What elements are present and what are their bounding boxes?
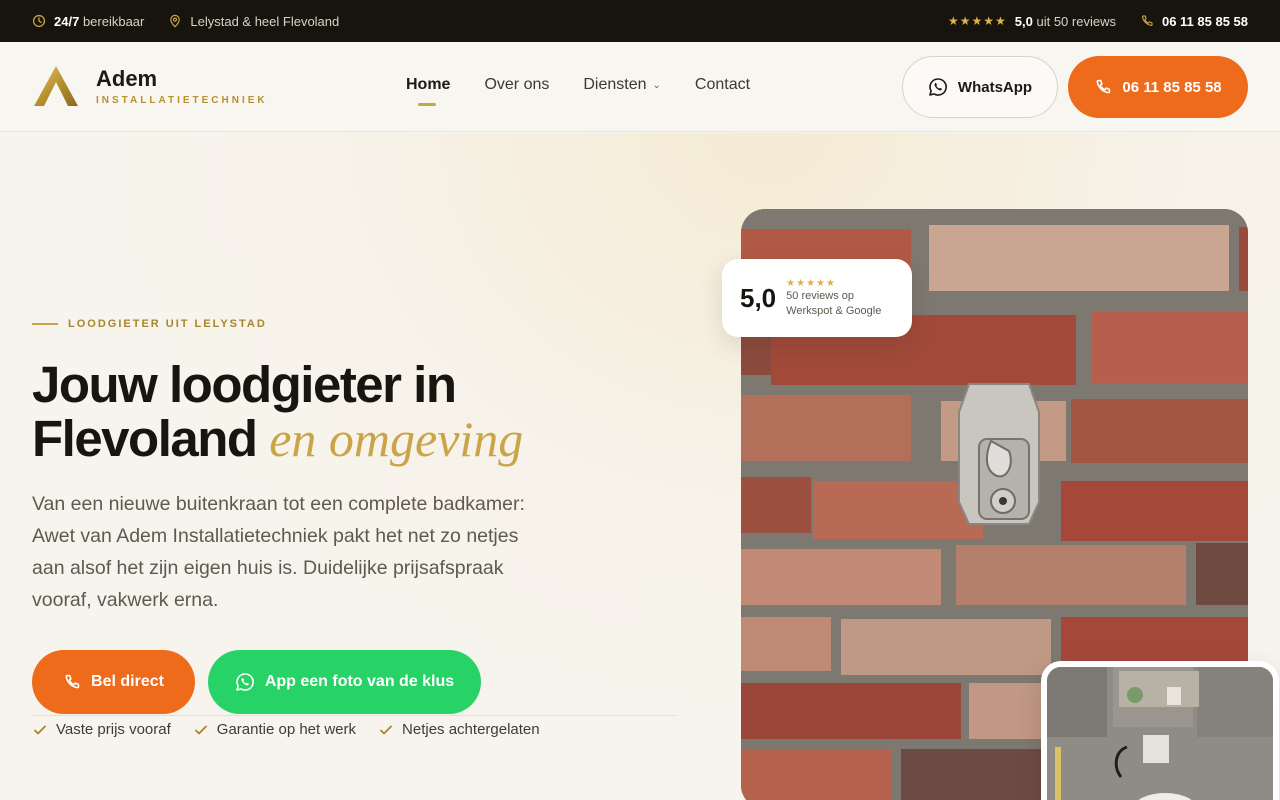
topbar-phone: 06 11 85 85 58: [1161, 13, 1248, 29]
hero-title-line1: Jouw loodgieter in: [32, 356, 457, 413]
usp-item: Garantie op het werk: [193, 721, 356, 738]
star-rating-icon: ★★★★★: [947, 14, 1007, 28]
nav-contact-label: Contact: [694, 76, 751, 93]
call-button[interactable]: 06 11 85 85 58: [1068, 56, 1248, 118]
usp-item: Netjes achtergelaten: [378, 721, 540, 738]
whatsapp-icon: [929, 78, 947, 96]
whatsapp-button-label: WhatsApp: [957, 78, 1033, 96]
eyebrow-text: LOODGIETER UIT LELYSTAD: [68, 318, 267, 330]
phone-icon: [65, 674, 80, 689]
main-nav: Home Over ons Diensten ⌄ Contact: [406, 76, 750, 106]
usp-list: Vaste prijs vooraf Garantie op het werk …: [32, 721, 540, 738]
app-foto-label: App een foto van de klus: [264, 673, 455, 690]
review-card: 5,0 ★★★★★ 50 reviews op Werkspot & Googl…: [722, 259, 912, 337]
hero-divider: [32, 715, 677, 716]
nav-home-label: Home: [406, 76, 451, 93]
location: Lelystad & heel Flevoland: [168, 14, 339, 29]
star-rating-icon: ★★★★★: [786, 277, 836, 289]
usp-label: Netjes achtergelaten: [402, 721, 540, 738]
check-icon: [194, 725, 207, 734]
check-icon: [34, 725, 46, 734]
bathroom-image: [1047, 667, 1273, 800]
call-button-label: 06 11 85 85 58: [1122, 78, 1222, 96]
nav-diensten-label: Diensten: [583, 76, 647, 93]
usp-item: Vaste prijs vooraf: [32, 721, 171, 738]
hero-lead: Van een nieuwe buitenkraan tot een compl…: [32, 493, 525, 611]
phone-icon: [1141, 15, 1153, 26]
app-foto-button[interactable]: App een foto van de klus: [208, 650, 481, 714]
rating-text: uit 50 reviews: [1036, 13, 1116, 29]
top-bar: 24/7 bereikbaar Lelystad & heel Flevolan…: [0, 0, 1280, 42]
availability-bold: 24/7: [54, 13, 80, 29]
logo[interactable]: Adem INSTALLATIETECHNIEK: [32, 64, 268, 108]
rating-summary: ★★★★★ 5,0 uit 50 reviews: [948, 14, 1116, 29]
whatsapp-icon: [236, 673, 254, 691]
bel-direct-label: Bel direct: [91, 673, 164, 690]
chevron-down-icon: ⌄: [652, 79, 661, 91]
location-text: Lelystad & heel Flevoland: [190, 13, 340, 29]
site-header: Adem INSTALLATIETECHNIEK Home Over ons D…: [0, 42, 1280, 132]
map-pin-icon: [170, 14, 181, 28]
review-line2: Werkspot & Google: [786, 304, 882, 317]
topbar-phone-link[interactable]: 06 11 85 85 58: [1140, 14, 1248, 29]
nav-home[interactable]: Home: [406, 76, 451, 106]
nav-over-ons[interactable]: Over ons: [484, 76, 549, 94]
check-icon: [380, 725, 392, 734]
hero-title-accent: en omgeving: [269, 411, 524, 467]
phone-icon: [1096, 79, 1111, 94]
availability: 24/7 bereikbaar: [32, 14, 144, 29]
bathroom-thumbnail: [1041, 661, 1279, 800]
rating-score: 5,0: [1014, 13, 1033, 29]
nav-diensten[interactable]: Diensten ⌄: [583, 76, 661, 94]
availability-text: bereikbaar: [82, 13, 145, 29]
hero-eyebrow: LOODGIETER UIT LELYSTAD: [32, 318, 267, 330]
bel-direct-button[interactable]: Bel direct: [32, 650, 195, 714]
review-score: 5,0: [740, 282, 777, 313]
eyebrow-line: [32, 323, 58, 325]
hero-title-line2: Flevoland: [32, 410, 258, 467]
usp-label: Vaste prijs vooraf: [56, 721, 171, 738]
hero-title: Jouw loodgieter in Flevoland en omgeving: [32, 356, 524, 467]
whatsapp-button[interactable]: WhatsApp: [902, 56, 1058, 118]
logo-subtitle: INSTALLATIETECHNIEK: [96, 94, 268, 106]
nav-over-ons-label: Over ons: [484, 76, 550, 93]
usp-label: Garantie op het werk: [216, 721, 357, 738]
clock-icon: [32, 14, 46, 28]
logo-name: Adem: [96, 65, 158, 91]
review-line1: 50 reviews op: [786, 289, 855, 302]
logo-mark-icon: [34, 66, 78, 106]
nav-contact[interactable]: Contact: [695, 76, 750, 94]
